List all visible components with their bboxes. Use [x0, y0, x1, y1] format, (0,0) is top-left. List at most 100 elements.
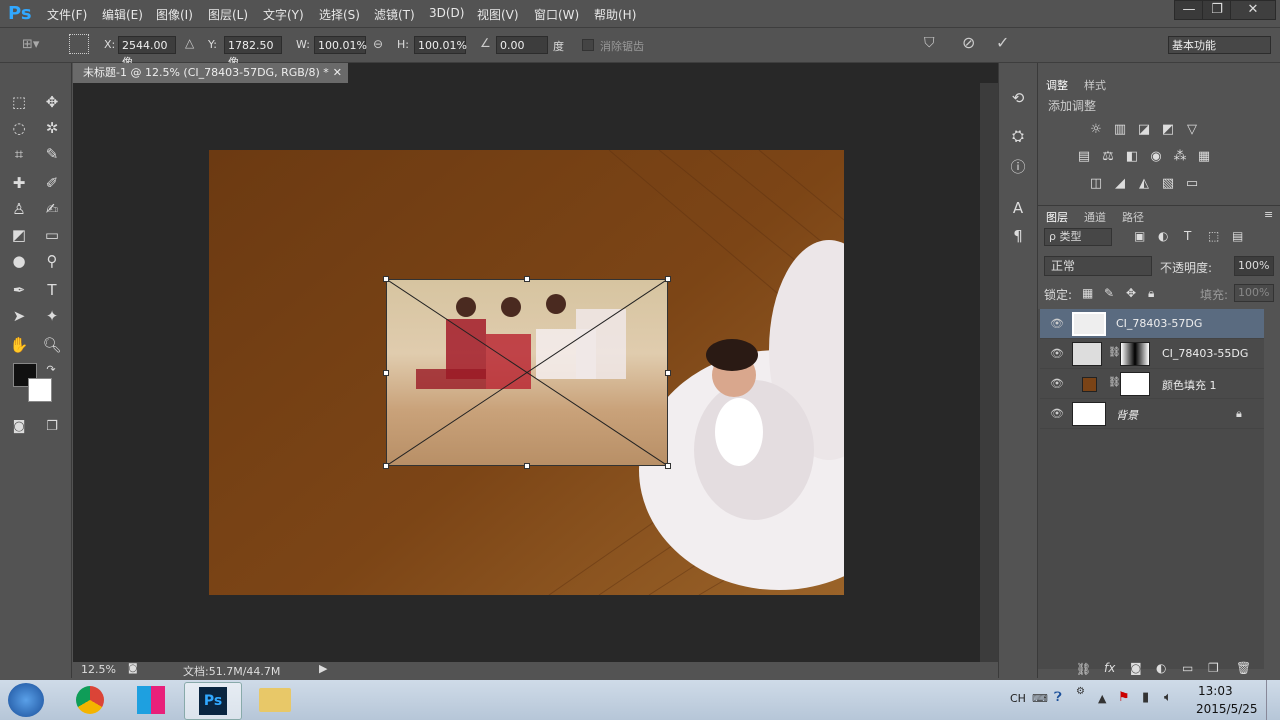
- lock-pixels-icon[interactable]: ✎: [1104, 286, 1114, 300]
- exposure-icon[interactable]: ◩: [1160, 123, 1176, 137]
- transform-handle[interactable]: [665, 370, 671, 376]
- pen-tool-icon[interactable]: ✒: [8, 279, 30, 301]
- menu-edit[interactable]: 编辑(E): [102, 6, 143, 23]
- keyboard-icon[interactable]: ⌨: [1032, 692, 1048, 705]
- menu-view[interactable]: 视图(V): [477, 6, 519, 23]
- lock-all-icon[interactable]: 🔒︎: [1148, 286, 1154, 301]
- layer-row[interactable]: 👁︎ CI_78403-57DG: [1040, 309, 1264, 339]
- tab-paths[interactable]: 路径: [1122, 209, 1144, 225]
- layer-name[interactable]: 颜色填充 1: [1162, 377, 1217, 393]
- type-tool-icon[interactable]: T: [41, 279, 63, 301]
- status-menu-icon[interactable]: ◙: [128, 663, 138, 674]
- layer-row[interactable]: 👁︎ ⛓ CI_78403-55DG: [1040, 339, 1264, 369]
- background-color-swatch[interactable]: [28, 378, 52, 402]
- black-white-icon[interactable]: ◧: [1124, 150, 1140, 164]
- language-indicator[interactable]: CH: [1010, 692, 1026, 705]
- magic-wand-tool-icon[interactable]: ✲: [41, 117, 63, 139]
- hue-saturation-icon[interactable]: ▤: [1076, 150, 1092, 164]
- layer-row[interactable]: 👁︎ ⛓ 颜色填充 1: [1040, 369, 1264, 399]
- store-taskbar-button[interactable]: [123, 682, 179, 718]
- transform-handle[interactable]: [665, 276, 671, 282]
- tab-channels[interactable]: 通道: [1084, 209, 1106, 225]
- curves-icon[interactable]: ◪: [1136, 123, 1152, 137]
- help-icon[interactable]: ❓︎: [1054, 690, 1062, 705]
- lock-transparent-icon[interactable]: ▦: [1082, 286, 1093, 300]
- quick-mask-icon[interactable]: ◙: [8, 416, 30, 438]
- eyedropper-tool-icon[interactable]: ✎: [41, 143, 63, 165]
- visibility-eye-icon[interactable]: 👁︎: [1050, 407, 1064, 420]
- angle-input[interactable]: 0.00: [496, 36, 548, 54]
- explorer-taskbar-button[interactable]: [247, 682, 303, 718]
- move-tool-icon[interactable]: ✥: [41, 91, 63, 113]
- y-input[interactable]: 1782.50 像: [224, 36, 282, 69]
- opacity-input[interactable]: 100%: [1234, 256, 1274, 276]
- panel-menu-icon[interactable]: ≡: [1264, 208, 1273, 221]
- menu-help[interactable]: 帮助(H): [594, 6, 636, 23]
- w-input[interactable]: 100.01%: [314, 36, 367, 54]
- move-tool-preset-icon[interactable]: ⊞▾: [22, 37, 39, 52]
- history-panel-icon[interactable]: ⟲: [1007, 87, 1029, 109]
- minimize-button[interactable]: —: [1174, 0, 1204, 20]
- transform-handle[interactable]: [383, 370, 389, 376]
- show-desktop-button[interactable]: [1266, 680, 1280, 720]
- zoom-level[interactable]: 12.5%: [81, 663, 116, 676]
- layer-name[interactable]: CI_78403-55DG: [1162, 347, 1248, 360]
- chrome-taskbar-button[interactable]: [62, 682, 118, 718]
- filter-pixel-icon[interactable]: ▣: [1134, 229, 1145, 243]
- link-icon[interactable]: ⊖: [373, 37, 383, 51]
- cancel-transform-icon[interactable]: ⊘: [962, 33, 975, 52]
- tab-styles[interactable]: 样式: [1084, 77, 1106, 93]
- document-tab[interactable]: 未标题-1 @ 12.5% (CI_78403-57DG, RGB/8) * ✕: [73, 63, 348, 83]
- new-adjustment-icon[interactable]: ◐: [1156, 661, 1166, 675]
- blend-mode-select[interactable]: 正常: [1044, 256, 1152, 276]
- properties-panel-icon[interactable]: ⛭: [1007, 125, 1029, 147]
- paragraph-panel-icon[interactable]: ¶: [1007, 225, 1029, 247]
- delete-layer-icon[interactable]: 🗑︎: [1236, 661, 1251, 675]
- clock-date[interactable]: 2015/5/25: [1196, 702, 1258, 716]
- hand-tool-icon[interactable]: ✋: [8, 334, 30, 356]
- chain-link-icon[interactable]: ⛓: [1108, 377, 1121, 388]
- healing-brush-tool-icon[interactable]: ✚: [8, 172, 30, 194]
- transform-handle[interactable]: [665, 463, 671, 469]
- start-button[interactable]: [8, 683, 44, 717]
- warp-icon[interactable]: ⛉: [924, 35, 935, 51]
- layer-row[interactable]: 👁︎ 背景 🔒︎: [1040, 399, 1264, 429]
- volume-icon[interactable]: 🔈︎: [1164, 690, 1172, 705]
- h-input[interactable]: 100.01%: [414, 36, 467, 54]
- threshold-icon[interactable]: ◭: [1136, 177, 1152, 191]
- dodge-tool-icon[interactable]: ⚲: [41, 250, 63, 272]
- brightness-icon[interactable]: ☼: [1088, 123, 1104, 137]
- clock-time[interactable]: 13:03: [1198, 684, 1233, 698]
- selective-color-icon[interactable]: ▧: [1160, 177, 1176, 191]
- visibility-eye-icon[interactable]: 👁︎: [1050, 377, 1064, 390]
- delta-icon[interactable]: △: [185, 36, 194, 50]
- eraser-tool-icon[interactable]: ◩: [8, 224, 30, 246]
- info-panel-icon[interactable]: ⓘ: [1007, 156, 1029, 178]
- layer-filter-select[interactable]: ρ 类型: [1044, 228, 1112, 246]
- photo-filter-icon[interactable]: ◉: [1148, 150, 1164, 164]
- brush-tool-icon[interactable]: ✐: [41, 172, 63, 194]
- workspace-select[interactable]: 基本功能: [1168, 36, 1271, 54]
- gradient-tool-icon[interactable]: ▭: [41, 224, 63, 246]
- posterize-icon[interactable]: ◢: [1112, 177, 1128, 191]
- add-mask-icon[interactable]: ◙: [1130, 661, 1142, 675]
- action-center-icon[interactable]: ⚑: [1118, 690, 1130, 705]
- tab-layers[interactable]: 图层: [1046, 209, 1068, 225]
- screen-mode-icon[interactable]: ❐: [41, 416, 63, 438]
- visibility-eye-icon[interactable]: 👁︎: [1050, 317, 1064, 330]
- marquee-tool-icon[interactable]: ⬚: [8, 91, 30, 113]
- menu-type[interactable]: 文字(Y): [263, 6, 304, 23]
- x-input[interactable]: 2544.00 像: [118, 36, 176, 69]
- layer-name[interactable]: 背景: [1116, 407, 1138, 423]
- reference-point-icon[interactable]: [69, 34, 89, 54]
- channel-mixer-icon[interactable]: ⁂: [1172, 150, 1188, 164]
- chain-link-icon[interactable]: ⛓: [1108, 347, 1121, 358]
- shape-tool-icon[interactable]: ✦: [41, 305, 63, 327]
- filter-type-icon[interactable]: T: [1184, 229, 1191, 243]
- lock-position-icon[interactable]: ✥: [1126, 286, 1136, 300]
- filter-smart-icon[interactable]: ▤: [1232, 229, 1243, 243]
- lasso-tool-icon[interactable]: ◌: [8, 117, 30, 139]
- layer-name[interactable]: CI_78403-57DG: [1116, 317, 1202, 330]
- invert-icon[interactable]: ◫: [1088, 177, 1104, 191]
- color-balance-icon[interactable]: ⚖: [1100, 150, 1116, 164]
